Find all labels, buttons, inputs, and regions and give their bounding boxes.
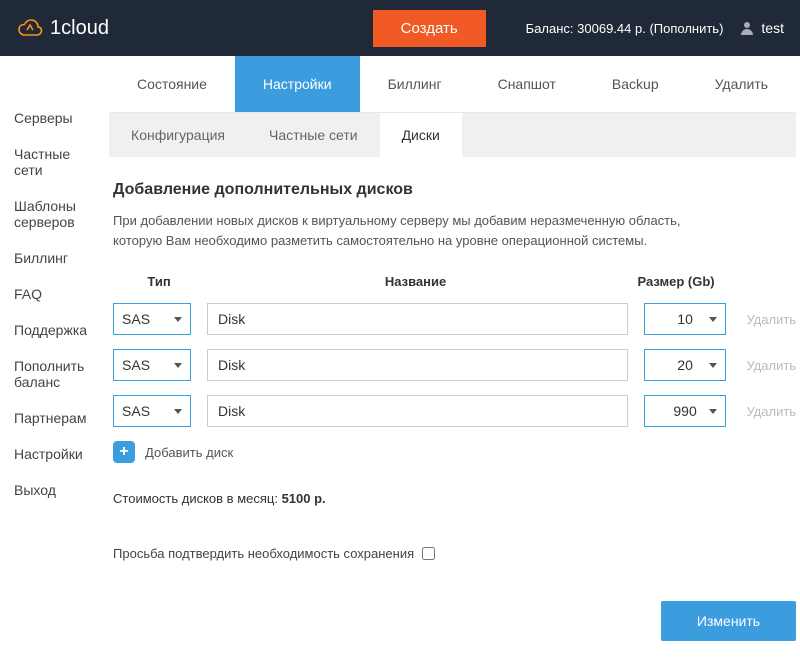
submit-button[interactable]: Изменить [661, 601, 796, 641]
confirm-label: Просьба подтвердить необходимость сохран… [113, 546, 414, 561]
sidebar-item-settings[interactable]: Настройки [0, 436, 101, 472]
add-disk-row[interactable]: + Добавить диск [113, 441, 796, 463]
disk-size-select[interactable]: 10 [644, 303, 726, 335]
cost-prefix: Стоимость дисков в месяц: [113, 491, 282, 506]
tab-delete[interactable]: Удалить [687, 56, 796, 112]
disk-name-input[interactable] [207, 303, 628, 335]
user-menu[interactable]: test [739, 20, 784, 36]
disk-type-select[interactable]: SAS [113, 303, 191, 335]
disk-type-select[interactable]: SAS [113, 395, 191, 427]
tabs-primary: Состояние Настройки Биллинг Снапшот Back… [109, 56, 796, 113]
subtab-networks[interactable]: Частные сети [247, 113, 380, 157]
user-icon [739, 20, 755, 36]
disk-delete-link[interactable]: Удалить [726, 404, 796, 419]
sidebar-item-faq[interactable]: FAQ [0, 276, 101, 312]
cost-value: 5100 р. [282, 491, 326, 506]
disk-type-select[interactable]: SAS [113, 349, 191, 381]
brand-logo: 1cloud [16, 17, 109, 40]
add-disk-label[interactable]: Добавить диск [145, 445, 233, 460]
disk-row: SAS 990 Удалить [113, 395, 796, 427]
sidebar-item-topup[interactable]: Пополнить баланс [0, 348, 101, 400]
main-content: Состояние Настройки Биллинг Снапшот Back… [101, 56, 800, 665]
tab-billing[interactable]: Биллинг [360, 56, 470, 112]
sidebar-item-partners[interactable]: Партнерам [0, 400, 101, 436]
sidebar-item-servers[interactable]: Серверы [0, 100, 101, 136]
sidebar-item-billing[interactable]: Биллинг [0, 240, 101, 276]
disk-delete-link[interactable]: Удалить [726, 358, 796, 373]
sidebar-nav: Серверы Частные сети Шаблоны серверов Би… [0, 56, 101, 665]
cost-summary: Стоимость дисков в месяц: 5100 р. [113, 491, 796, 506]
sidebar-item-templates[interactable]: Шаблоны серверов [0, 188, 101, 240]
disk-row: SAS 20 Удалить [113, 349, 796, 381]
confirm-checkbox[interactable] [422, 547, 435, 560]
disk-size-select[interactable]: 20 [644, 349, 726, 381]
disk-size-select[interactable]: 990 [644, 395, 726, 427]
disk-row: SAS 10 Удалить [113, 303, 796, 335]
header-type: Тип [113, 274, 205, 289]
cloud-icon [16, 17, 44, 39]
sidebar-item-support[interactable]: Поддержка [0, 312, 101, 348]
create-button[interactable]: Создать [373, 10, 486, 47]
plus-icon[interactable]: + [113, 441, 135, 463]
username: test [761, 20, 784, 36]
section-title: Добавление дополнительных дисков [113, 181, 796, 199]
app-header: 1cloud Создать Баланс: 30069.44 р. (Попо… [0, 0, 800, 56]
disk-name-input[interactable] [207, 349, 628, 381]
tab-backup[interactable]: Backup [584, 56, 687, 112]
tab-state[interactable]: Состояние [109, 56, 235, 112]
tabs-secondary: Конфигурация Частные сети Диски [109, 113, 796, 157]
disk-delete-link[interactable]: Удалить [726, 312, 796, 327]
sidebar-item-logout[interactable]: Выход [0, 472, 101, 508]
subtab-config[interactable]: Конфигурация [109, 113, 247, 157]
subtab-disks[interactable]: Диски [380, 113, 462, 157]
section-description: При добавлении новых дисков к виртуально… [113, 211, 713, 250]
tab-settings[interactable]: Настройки [235, 56, 360, 112]
disk-table: Тип Название Размер (Gb) SAS 10 Удалить … [113, 274, 796, 463]
sidebar-item-networks[interactable]: Частные сети [0, 136, 101, 188]
disk-name-input[interactable] [207, 395, 628, 427]
brand-name: 1cloud [50, 17, 109, 40]
confirm-row: Просьба подтвердить необходимость сохран… [113, 546, 796, 561]
table-header: Тип Название Размер (Gb) [113, 274, 796, 289]
tab-snapshot[interactable]: Снапшот [470, 56, 584, 112]
header-name: Название [221, 274, 610, 289]
header-size: Размер (Gb) [626, 274, 726, 289]
balance-text[interactable]: Баланс: 30069.44 р. (Пополнить) [526, 21, 724, 36]
